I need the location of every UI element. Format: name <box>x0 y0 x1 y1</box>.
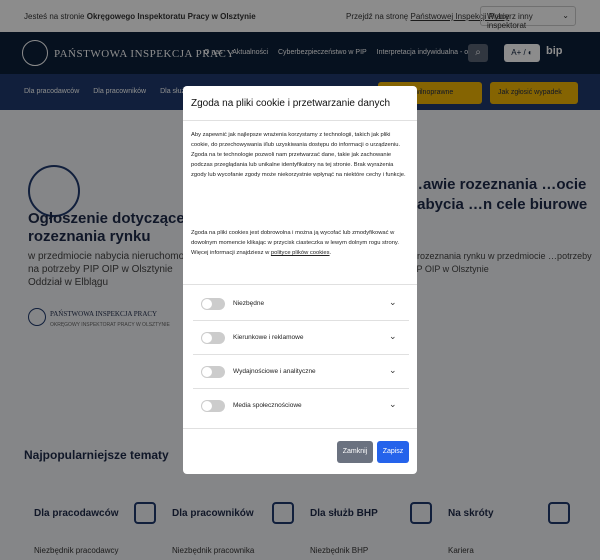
consent-text: Aby zapewnić jak najlepsze wrażenia korz… <box>191 132 406 178</box>
toggle-targeting[interactable] <box>201 332 225 344</box>
chevron-down-icon[interactable]: ⌄ <box>389 297 397 308</box>
toggle-label: Kierunkowe i reklamowe <box>233 334 304 341</box>
save-button[interactable]: Zapisz <box>377 441 409 463</box>
consent-info: Zgoda na pliki cookies jest dobrowolna i… <box>191 230 399 256</box>
divider <box>193 320 409 321</box>
toggle-label: Niezbędne <box>233 300 265 307</box>
chevron-down-icon[interactable]: ⌄ <box>389 399 397 410</box>
divider <box>193 354 409 355</box>
chevron-down-icon[interactable]: ⌄ <box>389 365 397 376</box>
chevron-down-icon[interactable]: ⌄ <box>389 331 397 342</box>
cookie-consent-modal: Zgoda na pliki cookie i przetwarzanie da… <box>183 86 417 474</box>
toggle-label: Media społecznościowe <box>233 402 302 409</box>
divider <box>183 284 417 285</box>
divider <box>183 120 417 121</box>
toggle-necessary[interactable] <box>201 298 225 310</box>
toggle-performance[interactable] <box>201 366 225 378</box>
modal-title: Zgoda na pliki cookie i przetwarzanie da… <box>191 98 390 109</box>
close-button[interactable]: Zamknij <box>337 441 373 463</box>
toggle-social[interactable] <box>201 400 225 412</box>
cookie-policy-link[interactable]: polityce plików cookies <box>271 250 330 256</box>
divider <box>193 388 409 389</box>
toggle-label: Wydajnościowe i analityczne <box>233 368 316 375</box>
divider <box>183 428 417 429</box>
